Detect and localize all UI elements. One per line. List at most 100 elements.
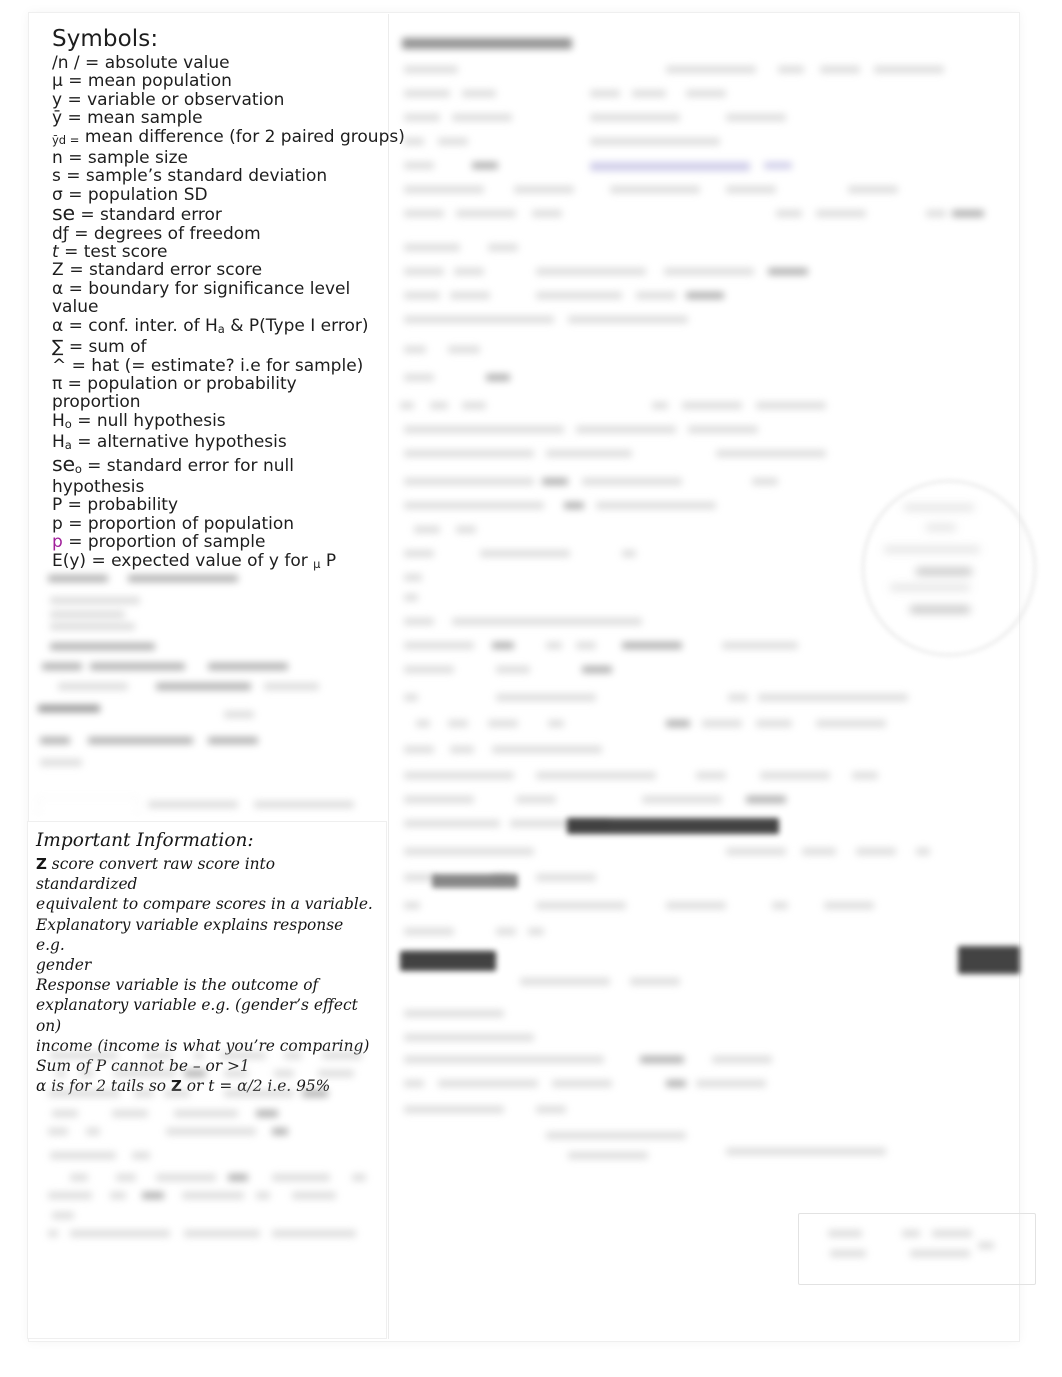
symbol-entry-absolute-value: /n / = absolute value xyxy=(52,54,382,72)
info-line: gender xyxy=(36,956,92,975)
symbol-glyph: se xyxy=(52,201,75,226)
symbol-definition: = sample’s standard deviation xyxy=(66,166,328,187)
symbol-entry-alpha-conf-interval: α = conf. inter. of Ha & P(Type I error) xyxy=(52,315,382,338)
subscript-o: o xyxy=(74,461,82,476)
symbol-entry-degrees-of-freedom: dƒ = degrees of freedom xyxy=(52,223,382,244)
subscript-a: a xyxy=(217,321,225,336)
symbol-definition: = absolute value xyxy=(85,53,230,73)
symbol-glyph: α xyxy=(52,278,64,299)
symbol-glyph: E(y) xyxy=(52,550,87,571)
symbol-definition: = expected value of y for μ P xyxy=(91,550,337,571)
symbol-entry-proportion-population: p = proportion of population xyxy=(52,515,382,533)
symbol-glyph: dƒ xyxy=(52,223,69,244)
symbol-entry-mean-population: μ = mean population xyxy=(52,72,382,90)
symbol-definition: = probability xyxy=(67,495,179,516)
symbol-definition: mean difference (for 2 paired groups) xyxy=(84,126,405,147)
info-line: Z score convert raw score into standardi… xyxy=(36,854,376,894)
symbol-definition: = alternative hypothesis xyxy=(77,432,287,453)
symbol-glyph: ^ xyxy=(52,355,67,376)
symbol-definition: = mean sample xyxy=(67,108,203,129)
symbol-definition: = population SD xyxy=(68,184,208,205)
symbol-glyph: π xyxy=(52,373,63,394)
symbol-entry-variable: y = variable or observation xyxy=(52,91,382,109)
symbol-glyph: μ xyxy=(52,71,63,92)
symbol-definition: = proportion of sample xyxy=(68,532,266,553)
symbols-section: Symbols: /n / = absolute value μ = mean … xyxy=(52,26,405,573)
symbol-entry-alpha-boundary: α = boundary for significance level valu… xyxy=(52,280,382,317)
symbol-entry-standard-error-null: seo = standard error for null hypothesis xyxy=(52,451,382,497)
symbol-glyph: Ha xyxy=(52,432,72,453)
symbol-glyph: ȳd = xyxy=(52,132,80,147)
symbol-entry-sample-sd: s = sample’s standard deviation xyxy=(52,167,382,185)
info-line: Explanatory variable explains response e… xyxy=(36,915,344,954)
symbol-definition: = standard error for null hypothesis xyxy=(52,455,294,497)
mu-glyph: μ xyxy=(313,556,321,571)
symbol-entry-sample-size: n = sample size xyxy=(52,149,382,167)
symbol-entry-hat: ^ = hat (= estimate? i.e for sample) xyxy=(52,355,382,376)
info-line-text: score convert raw score into standardize… xyxy=(36,855,275,894)
symbol-definition: = standard error score xyxy=(69,260,263,281)
symbol-definition: = population or probability proportion xyxy=(52,373,297,413)
symbol-definition: = boundary for significance level value xyxy=(52,278,351,318)
symbol-definition: = null hypothesis xyxy=(77,410,226,431)
footer-box xyxy=(798,1213,1036,1285)
symbol-glyph: p xyxy=(52,532,63,553)
page-sheet: Symbols: /n / = absolute value μ = mean … xyxy=(0,0,1062,1377)
symbol-glyph: P xyxy=(52,495,63,516)
symbol-glyph: y xyxy=(52,89,63,110)
symbol-entry-test-score: t = test score xyxy=(52,243,382,261)
column-divider xyxy=(388,14,389,1339)
symbol-glyph: p xyxy=(52,513,63,534)
symbol-definition: = mean population xyxy=(68,71,232,92)
info-line: Response variable is the outcome of xyxy=(36,976,319,995)
info-line: explanatory variable e.g. (gender’s effe… xyxy=(36,996,358,1035)
important-information-box: Important Information: Z score convert r… xyxy=(27,821,387,1339)
symbol-glyph: ȳ xyxy=(52,108,63,129)
symbol-entry-mean-difference: ȳd = mean difference (for 2 paired group… xyxy=(52,127,405,149)
z-glyph: Z xyxy=(36,855,47,873)
symbol-entry-probability: P = probability xyxy=(52,496,382,514)
info-line: Sum of P cannot be – or >1 xyxy=(36,1057,250,1076)
info-line: income (income is what you’re comparing) xyxy=(36,1036,370,1055)
symbol-entry-alternative-hypothesis: Ha = alternative hypothesis xyxy=(52,433,382,454)
symbol-glyph: t xyxy=(52,242,59,263)
redaction-bar-3 xyxy=(400,951,496,971)
symbol-entry-z-score: Z = standard error score xyxy=(52,261,382,279)
symbol-definition: = sum of xyxy=(68,337,147,358)
symbol-definition: = hat (= estimate? i.e for sample) xyxy=(71,355,364,376)
symbol-glyph: Z xyxy=(52,260,64,281)
symbol-definition: = variable or observation xyxy=(67,89,285,110)
symbol-glyph: ∑ xyxy=(52,337,64,358)
symbol-entry-sum-of: ∑ = sum of xyxy=(52,338,382,356)
redaction-bar-4 xyxy=(958,946,1020,974)
redaction-bar-1 xyxy=(567,818,779,834)
symbol-definition: = sample size xyxy=(68,148,189,169)
circle-annotation xyxy=(862,480,1036,656)
symbol-definition: = standard error xyxy=(80,205,222,226)
symbol-entry-mean-sample: ȳ = mean sample xyxy=(52,109,382,127)
symbol-definition: = test score xyxy=(64,242,168,263)
symbol-entry-expected-value: E(y) = expected value of y for μ P xyxy=(52,550,382,573)
important-information-text: Important Information: Z score convert r… xyxy=(36,830,376,1096)
symbol-glyph: Ho xyxy=(52,410,72,431)
symbol-entry-null-hypothesis: Ho = null hypothesis xyxy=(52,412,382,433)
symbol-glyph: α xyxy=(52,315,64,336)
symbol-definition: = degrees of freedom xyxy=(74,223,261,244)
subscript-a: a xyxy=(64,438,72,453)
redaction-bar-2 xyxy=(432,874,518,888)
important-information-heading: Important Information: xyxy=(36,830,254,851)
symbol-entry-proportion-sample: p = proportion of sample xyxy=(52,533,382,551)
symbol-entry-standard-error: se = standard error xyxy=(52,201,382,226)
symbol-definition: = proportion of population xyxy=(68,513,295,534)
symbol-glyph: s xyxy=(52,166,61,187)
info-line: equivalent to compare scores in a variab… xyxy=(36,895,373,914)
symbol-definition: = conf. inter. of Ha & P(Type I error) xyxy=(68,315,369,336)
symbols-heading: Symbols: xyxy=(52,26,159,52)
symbol-glyph: /n / xyxy=(52,53,80,73)
symbol-entry-pi-proportion: π = population or probability proportion xyxy=(52,375,382,412)
z-glyph: Z xyxy=(170,1077,182,1096)
symbol-glyph: n xyxy=(52,148,63,169)
symbol-entry-population-sd: σ = population SD xyxy=(52,186,382,204)
symbol-glyph: seo xyxy=(52,451,82,476)
subscript-o: o xyxy=(64,416,72,431)
